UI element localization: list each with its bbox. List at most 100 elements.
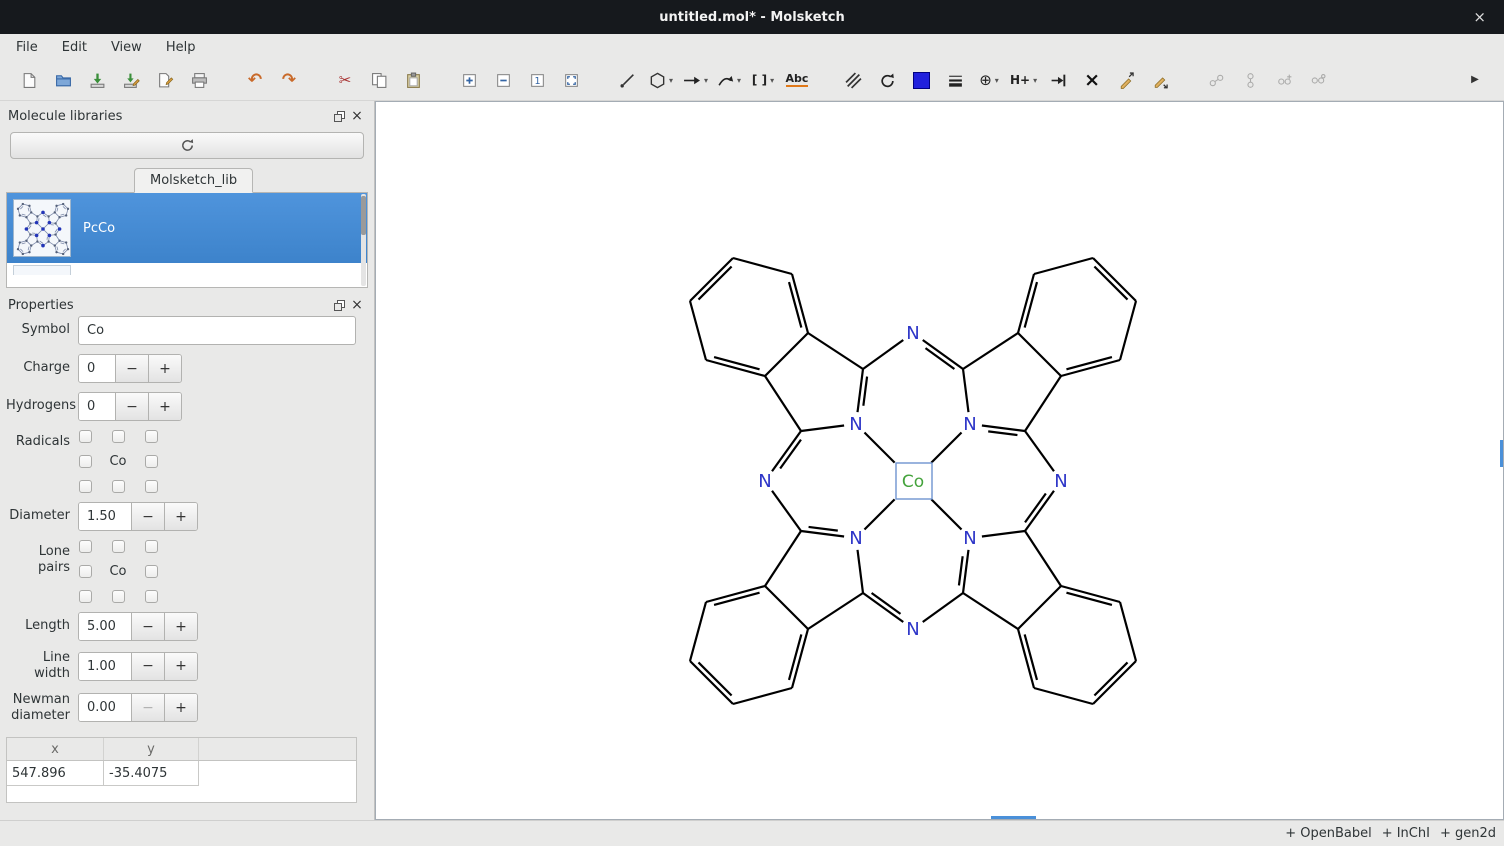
save-as-icon[interactable] — [115, 65, 147, 95]
zoom-in-icon[interactable] — [453, 65, 485, 95]
ring-tool[interactable]: ▾ — [645, 65, 677, 95]
library-list[interactable]: PcCo — [6, 193, 368, 288]
save-icon[interactable] — [81, 65, 113, 95]
lone-pair-checkbox-5[interactable] — [79, 590, 92, 603]
charge-decrement-button[interactable]: − — [115, 355, 148, 382]
libraries-float-icon[interactable] — [330, 108, 348, 124]
menu-file[interactable]: File — [4, 37, 50, 58]
radical-checkbox-6[interactable] — [112, 480, 125, 493]
library-item-partial[interactable] — [7, 263, 367, 275]
coord-x-value[interactable]: 547.896 — [7, 761, 104, 786]
library-item-pcco[interactable]: PcCo — [7, 193, 367, 263]
menu-view[interactable]: View — [99, 37, 154, 58]
coord-y-value[interactable]: -35.4075 — [104, 761, 199, 786]
redo-icon[interactable]: ↷ — [273, 65, 305, 95]
length-increment-button[interactable]: + — [164, 613, 197, 640]
hatch-tool[interactable] — [837, 65, 869, 95]
radical-checkbox-3[interactable] — [79, 455, 92, 468]
library-scrollbar[interactable] — [361, 194, 366, 286]
zoom-original-icon[interactable]: 1 — [521, 65, 553, 95]
menu-help[interactable]: Help — [154, 37, 208, 58]
diameter-increment-button[interactable]: + — [164, 503, 197, 530]
line-width-input[interactable] — [79, 653, 131, 680]
charge-input[interactable] — [79, 355, 115, 382]
new-file-icon[interactable] — [13, 65, 45, 95]
menu-edit[interactable]: Edit — [50, 37, 99, 58]
hydrogen-tool-dropdown[interactable]: ▾ — [1033, 76, 1037, 85]
radical-checkbox-2[interactable] — [145, 430, 158, 443]
bracket-tool-dropdown[interactable]: ▾ — [770, 76, 774, 85]
line-width-increment-button[interactable]: + — [164, 653, 197, 680]
open-file-icon[interactable] — [47, 65, 79, 95]
paste-icon[interactable] — [397, 65, 429, 95]
lone-pair-checkbox-4[interactable] — [145, 565, 158, 578]
properties-float-icon[interactable] — [330, 297, 348, 313]
atom-label-n[interactable]: N — [963, 414, 976, 435]
charge-tool[interactable]: ⊕▾ — [973, 65, 1005, 95]
lower-item-tool[interactable] — [1144, 65, 1176, 95]
atom-label-n[interactable]: N — [963, 528, 976, 549]
libraries-close-icon[interactable]: × — [348, 108, 366, 124]
hydrogens-increment-button[interactable]: + — [148, 393, 181, 420]
radical-checkbox-4[interactable] — [145, 455, 158, 468]
length-decrement-button[interactable]: − — [131, 613, 164, 640]
library-scrollbar-handle[interactable] — [361, 196, 366, 235]
radical-checkbox-0[interactable] — [79, 430, 92, 443]
lone-pair-checkbox-1[interactable] — [112, 540, 125, 553]
print-icon[interactable] — [183, 65, 215, 95]
undo-icon[interactable]: ↶ — [239, 65, 271, 95]
lone-pair-checkbox-7[interactable] — [145, 590, 158, 603]
cut-icon[interactable]: ✂ — [329, 65, 361, 95]
export-image-icon[interactable] — [149, 65, 181, 95]
rotate-tool[interactable] — [871, 65, 903, 95]
lone-pair-checkbox-3[interactable] — [79, 565, 92, 578]
atom-label-n[interactable]: N — [849, 528, 862, 549]
properties-close-icon[interactable]: × — [348, 297, 366, 313]
radical-checkbox-5[interactable] — [79, 480, 92, 493]
zoom-fit-icon[interactable] — [555, 65, 587, 95]
connect-tool[interactable] — [1042, 65, 1074, 95]
draw-bond-tool[interactable] — [611, 65, 643, 95]
ring-tool-dropdown[interactable]: ▾ — [669, 76, 673, 85]
library-refresh-button[interactable] — [10, 132, 364, 159]
hydrogens-input[interactable] — [79, 393, 115, 420]
molecule-canvas[interactable]: Co N N N N N N N N — [376, 102, 1497, 820]
lone-pair-checkbox-2[interactable] — [145, 540, 158, 553]
lone-pair-checkbox-6[interactable] — [112, 590, 125, 603]
newman-increment-button[interactable]: + — [164, 694, 197, 721]
length-input[interactable] — [79, 613, 131, 640]
reaction-arrow-tool[interactable]: ▾ — [679, 65, 711, 95]
lone-pair-checkbox-0[interactable] — [79, 540, 92, 553]
charge-increment-button[interactable]: + — [148, 355, 181, 382]
line-width-decrement-button[interactable]: − — [131, 653, 164, 680]
selected-atom-co[interactable]: Co — [902, 472, 924, 492]
line-width-tool[interactable] — [939, 65, 971, 95]
window-close-button[interactable]: × — [1467, 0, 1492, 34]
toolbar-expand-button[interactable]: ▶ — [1459, 65, 1491, 95]
raise-item-tool[interactable] — [1110, 65, 1142, 95]
zoom-out-icon[interactable] — [487, 65, 519, 95]
reaction-arrow-tool-dropdown[interactable]: ▾ — [704, 76, 708, 85]
symbol-input[interactable] — [78, 316, 356, 345]
diameter-decrement-button[interactable]: − — [131, 503, 164, 530]
mechanism-arrow-tool-dropdown[interactable]: ▾ — [737, 76, 741, 85]
hydrogens-decrement-button[interactable]: − — [115, 393, 148, 420]
atom-label-n[interactable]: N — [906, 323, 919, 344]
mechanism-arrow-tool[interactable]: ▾ — [713, 65, 745, 95]
atom-label-n[interactable]: N — [1054, 471, 1067, 492]
bracket-tool[interactable]: [ ]▾ — [747, 65, 779, 95]
radical-checkbox-7[interactable] — [145, 480, 158, 493]
color-picker[interactable] — [905, 65, 937, 95]
text-tool[interactable]: Abc — [781, 65, 813, 95]
atom-label-n[interactable]: N — [906, 619, 919, 640]
delete-tool[interactable]: × — [1076, 65, 1108, 95]
atom-label-n[interactable]: N — [758, 471, 771, 492]
diameter-input[interactable] — [79, 503, 131, 530]
charge-tool-dropdown[interactable]: ▾ — [995, 76, 999, 85]
radical-checkbox-1[interactable] — [112, 430, 125, 443]
copy-icon[interactable] — [363, 65, 395, 95]
tab-molsketch-lib[interactable]: Molsketch_lib — [134, 168, 253, 193]
newman-diameter-input[interactable] — [79, 694, 131, 721]
atom-label-n[interactable]: N — [849, 414, 862, 435]
hydrogen-tool[interactable]: H+▾ — [1007, 65, 1040, 95]
